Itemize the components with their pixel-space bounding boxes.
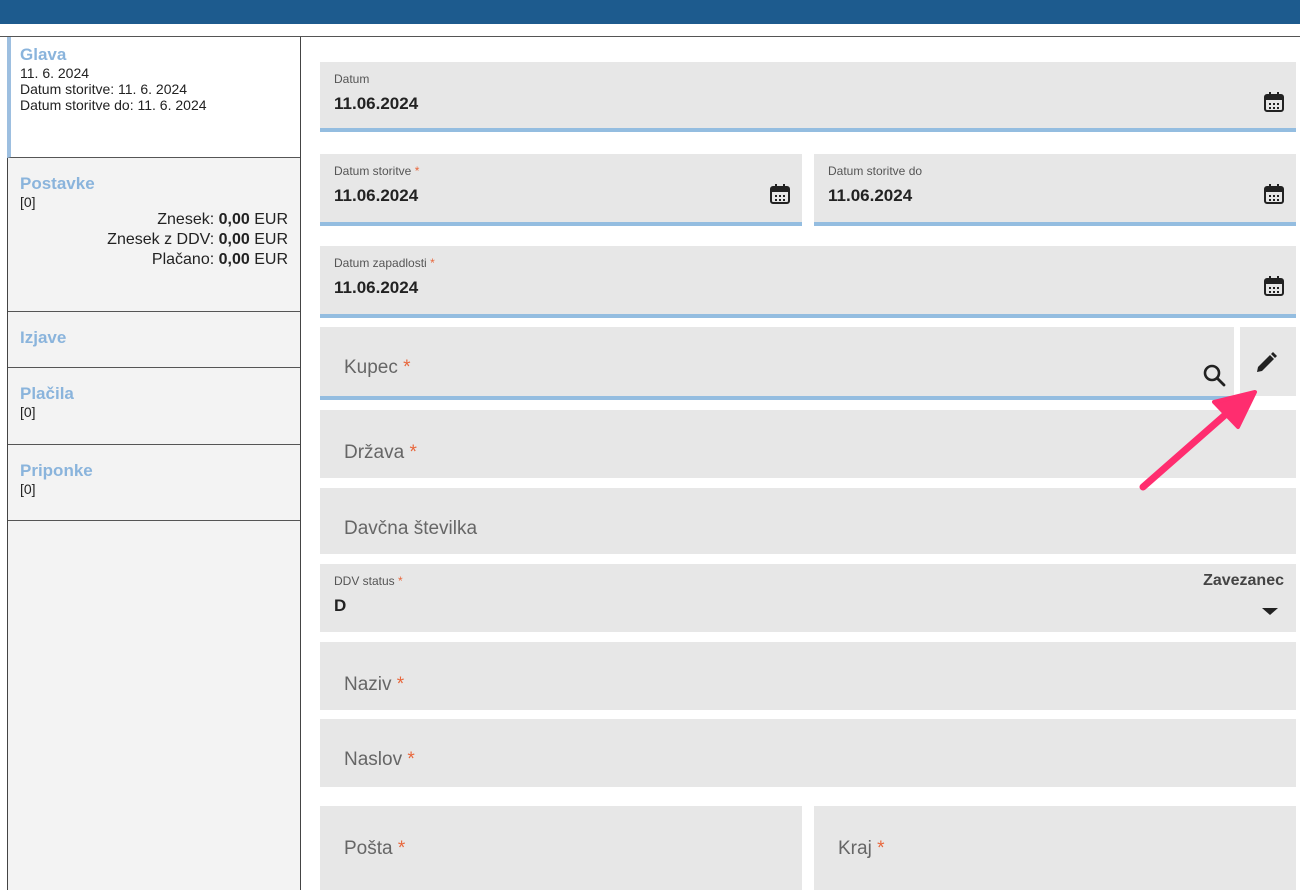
calendar-icon[interactable] <box>1262 182 1286 206</box>
datum-zapadlosti-label: Datum zapadlosti * <box>334 256 435 270</box>
naziv-field[interactable]: Naziv * <box>320 642 1296 710</box>
kraj-placeholder: Kraj * <box>838 838 885 859</box>
ddv-status-select[interactable]: DDV status * D Zavezanec <box>320 564 1296 632</box>
datum-storitve-field[interactable]: Datum storitve * 11.06.2024 <box>320 154 802 226</box>
kraj-field[interactable]: Kraj * <box>814 806 1296 890</box>
calendar-icon[interactable] <box>1262 90 1286 114</box>
sidebar: Glava 11. 6. 2024 Datum storitve: 11. 6.… <box>7 37 301 890</box>
datum-storitve-do-field[interactable]: Datum storitve do 11.06.2024 <box>814 154 1296 226</box>
posta-field[interactable]: Pošta * <box>320 806 802 890</box>
naslov-placeholder: Naslov * <box>344 749 415 770</box>
sum-placano: Plačano: 0,00 EUR <box>151 251 288 268</box>
datum-zapadlosti-field[interactable]: Datum zapadlosti * 11.06.2024 <box>320 246 1296 318</box>
sidebar-item-count: [0] <box>20 194 36 210</box>
sidebar-item-title: Izjave <box>20 328 67 347</box>
datum-label: Datum <box>334 72 370 86</box>
sum-znesek: Znesek: 0,00 EUR <box>157 211 288 228</box>
sidebar-item-title: Postavke <box>20 174 95 193</box>
calendar-icon[interactable] <box>1262 274 1286 298</box>
sidebar-item-date: 11. 6. 2024 <box>20 65 90 81</box>
sidebar-item-title: Priponke <box>20 461 93 480</box>
sidebar-item-izjave[interactable]: Izjave <box>8 312 300 368</box>
sidebar-item-count: [0] <box>20 481 36 497</box>
drzava-placeholder: Država * <box>344 442 417 463</box>
sidebar-item-placila[interactable]: Plačila [0] <box>8 368 300 445</box>
sidebar-item-postavke[interactable]: Postavke [0] Znesek: 0,00 EUR Znesek z D… <box>8 158 300 312</box>
sidebar-item-count: [0] <box>20 404 36 420</box>
datum-storitve-do-value: 11.06.2024 <box>828 186 913 205</box>
sidebar-item-title: Plačila <box>20 384 74 403</box>
datum-zapadlosti-value: 11.06.2024 <box>334 278 419 297</box>
pencil-icon <box>1257 352 1277 372</box>
drzava-field[interactable]: Država * <box>320 410 1296 478</box>
ddv-status-value: D <box>334 596 347 615</box>
naslov-field[interactable]: Naslov * <box>320 719 1296 787</box>
search-icon[interactable] <box>1202 363 1226 387</box>
kupec-placeholder: Kupec * <box>344 357 411 378</box>
datum-field[interactable]: Datum 11.06.2024 <box>320 62 1296 132</box>
datum-value: 11.06.2024 <box>334 94 419 113</box>
datum-storitve-value: 11.06.2024 <box>334 186 419 205</box>
caret-down-icon[interactable] <box>1262 608 1278 615</box>
sidebar-item-title: Glava <box>20 45 67 64</box>
edit-kupec-button[interactable] <box>1240 327 1296 396</box>
sidebar-item-priponke[interactable]: Priponke [0] <box>8 445 300 521</box>
naziv-placeholder: Naziv * <box>344 674 405 695</box>
kupec-field[interactable]: Kupec * <box>320 327 1234 400</box>
top-bar <box>0 0 1300 24</box>
sidebar-item-glava[interactable]: Glava 11. 6. 2024 Datum storitve: 11. 6.… <box>7 37 300 158</box>
ddv-status-selected: Zavezanec <box>1203 572 1284 589</box>
sidebar-item-service-date-to: Datum storitve do: 11. 6. 2024 <box>20 97 207 113</box>
davcna-stevilka-placeholder: Davčna številka <box>344 518 478 539</box>
posta-placeholder: Pošta * <box>344 838 406 859</box>
davcna-stevilka-field[interactable]: Davčna številka <box>320 488 1296 554</box>
sum-znesek-ddv: Znesek z DDV: 0,00 EUR <box>107 231 288 248</box>
sidebar-item-service-date: Datum storitve: 11. 6. 2024 <box>20 81 188 97</box>
calendar-icon[interactable] <box>768 182 792 206</box>
ddv-status-label: DDV status * <box>334 574 403 588</box>
datum-storitve-label: Datum storitve * <box>334 164 420 178</box>
datum-storitve-do-label: Datum storitve do <box>828 164 923 178</box>
